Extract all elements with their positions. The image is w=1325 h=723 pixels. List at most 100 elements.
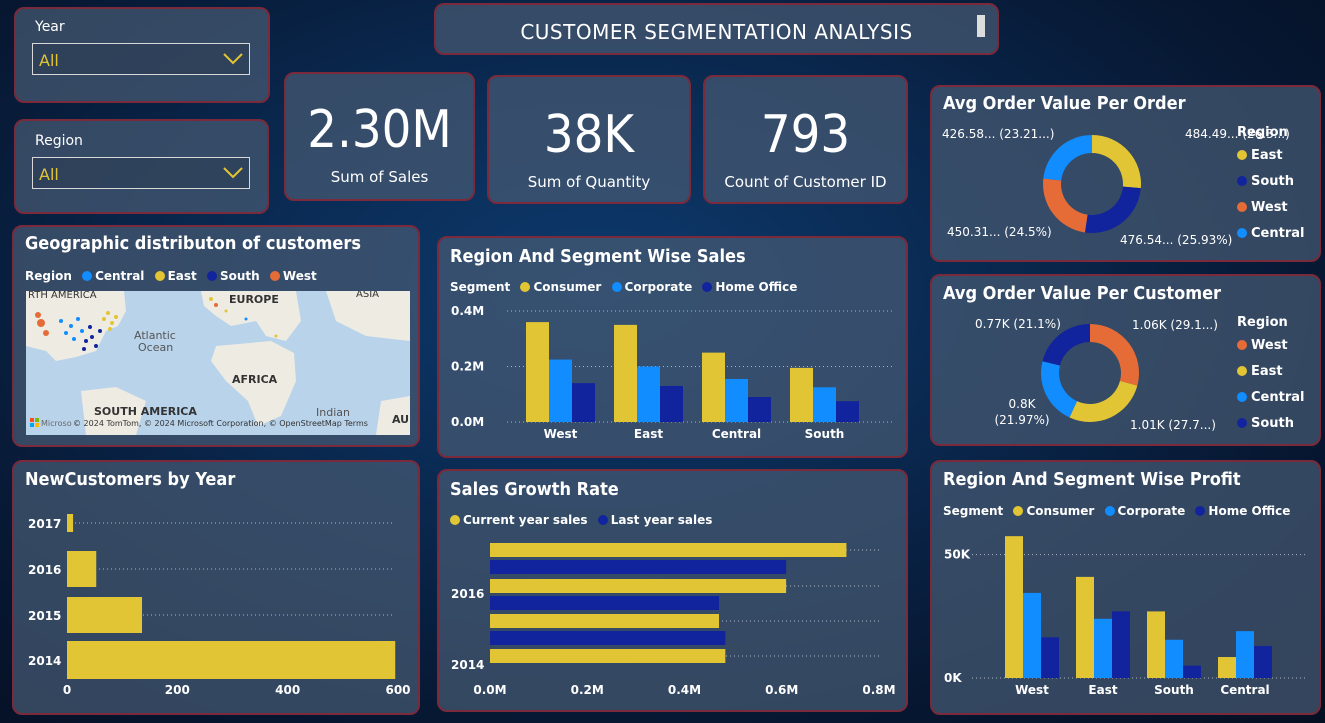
map-attribution[interactable]: © 2024 TomTom, © 2024 Microsoft Corporat… xyxy=(73,419,368,428)
bar xyxy=(1094,618,1112,678)
y-tick-label: 2014 xyxy=(451,658,484,672)
bar xyxy=(1236,631,1254,678)
legend-label: West xyxy=(1251,338,1288,353)
x-tick-label: Central xyxy=(1220,683,1269,697)
region-dropdown[interactable]: All xyxy=(32,157,250,189)
bar xyxy=(490,543,847,557)
data-label: 476.54... (25.93%) xyxy=(1120,233,1232,247)
scroll-indicator xyxy=(977,15,985,37)
sales-bar-chart[interactable]: 0.0M 0.2M 0.4M West East Central South xyxy=(439,238,910,460)
bar xyxy=(637,366,660,422)
donut-slice xyxy=(1043,135,1092,181)
data-label: 450.31... (24.5%) xyxy=(947,225,1052,239)
bar xyxy=(549,359,572,422)
legend-label: Central xyxy=(95,269,145,283)
x-tick-label: East xyxy=(634,427,663,441)
bar xyxy=(490,614,720,628)
map-card: Geographic distributon of customers Regi… xyxy=(12,225,420,447)
x-tick-label: 0.0M xyxy=(473,683,506,697)
year-dropdown-value: All xyxy=(39,51,59,70)
x-tick-label: 0.4M xyxy=(668,683,701,697)
donut-slice xyxy=(1084,186,1141,233)
chevron-down-icon xyxy=(223,167,243,179)
legend-dot xyxy=(1237,418,1247,428)
bar xyxy=(490,560,787,574)
bar xyxy=(67,641,396,679)
year-dropdown[interactable]: All xyxy=(32,43,250,75)
map-label: EUROPE xyxy=(229,293,279,306)
data-label: 1.06K (29.1...) xyxy=(1132,318,1218,332)
avg-order-donut-chart[interactable]: 484.49... (26.3...)476.54... (25.93%)450… xyxy=(932,87,1323,264)
donut-slice xyxy=(1069,380,1138,422)
legend-dot xyxy=(269,271,280,281)
bar xyxy=(1005,536,1023,678)
year-slicer: Year All xyxy=(14,7,270,103)
sales-growth-bar-chart[interactable]: 2016 2014 0.0M 0.2M 0.4M 0.6M 0.8M xyxy=(439,471,910,714)
legend-dot xyxy=(1237,228,1247,238)
bar xyxy=(1076,576,1094,678)
bar xyxy=(748,397,771,422)
legend-dot xyxy=(1237,202,1247,212)
bar xyxy=(67,597,143,633)
world-map[interactable]: RTH AMERICA EUROPE ASIA Atlantic Ocean A… xyxy=(26,291,410,435)
legend-dot xyxy=(82,271,93,281)
legend-label: East xyxy=(1251,148,1283,163)
x-tick-label: Central xyxy=(712,427,761,441)
kpi-value: 793 xyxy=(760,105,851,165)
legend-title: Region xyxy=(1237,315,1288,330)
map-ms-logo-text: Microso xyxy=(41,419,72,428)
x-tick-label: West xyxy=(544,427,578,441)
bar xyxy=(1218,657,1236,678)
bar xyxy=(725,378,748,422)
bar xyxy=(1147,611,1165,678)
bar xyxy=(1023,592,1041,678)
legend-label: Central xyxy=(1251,390,1304,405)
bar xyxy=(813,387,836,422)
x-tick-label: 600 xyxy=(385,683,410,697)
y-tick-label: 2014 xyxy=(28,654,61,668)
bar xyxy=(526,322,549,422)
bar xyxy=(490,596,720,610)
data-label: 426.58... (23.21...) xyxy=(942,127,1054,141)
map-label: AU xyxy=(392,413,409,426)
legend-dot xyxy=(1237,392,1247,402)
new-customers-bar-chart[interactable]: 2017 2016 2015 2014 0 200 400 600 xyxy=(14,462,422,717)
y-tick-label: 2015 xyxy=(28,609,61,623)
kpi-label: Sum of Quantity xyxy=(527,173,651,191)
bar xyxy=(1254,645,1272,678)
x-tick-label: South xyxy=(1154,683,1194,697)
kpi-card-sales: 2.30M Sum of Sales xyxy=(284,72,475,201)
data-label: 0.77K (21.1%) xyxy=(975,317,1061,331)
bar xyxy=(572,383,595,422)
donut-slice xyxy=(1041,361,1078,418)
avg-order-card: Avg Order Value Per Order 484.49... (26.… xyxy=(930,85,1321,262)
kpi-label: Sum of Sales xyxy=(330,168,429,186)
x-tick-label: West xyxy=(1015,683,1049,697)
profit-chart-card: Region And Segment Wise Profit Segment C… xyxy=(930,460,1321,715)
map-label: RTH AMERICA xyxy=(28,291,97,301)
profit-bar-chart[interactable]: 0K 50K West East South Central xyxy=(932,462,1323,717)
avg-customer-card: Avg Order Value Per Customer 1.06K (29.1… xyxy=(930,274,1321,446)
legend-label: South xyxy=(219,269,260,283)
kpi-value: 2.30M xyxy=(307,100,452,160)
bar xyxy=(1112,611,1130,678)
map-legend: Region Central East South West xyxy=(25,269,317,283)
x-tick-label: 0.6M xyxy=(765,683,798,697)
data-label: 1.01K (27.7...) xyxy=(1130,418,1216,432)
legend-dot xyxy=(1237,340,1247,350)
legend-label: Central xyxy=(1251,226,1304,241)
bar xyxy=(702,352,725,422)
map-label: Ocean xyxy=(138,341,173,354)
year-slicer-label: Year xyxy=(35,19,65,35)
sales-chart-card: Region And Segment Wise Sales Segment Co… xyxy=(437,236,908,458)
avg-customer-donut-chart[interactable]: 1.06K (29.1...) 1.01K (27.7...) 0.8K (21.97… xyxy=(932,276,1323,448)
legend-label: West xyxy=(1251,200,1288,215)
chevron-down-icon xyxy=(223,53,243,65)
x-tick-label: South xyxy=(805,427,845,441)
legend-dot xyxy=(1237,176,1247,186)
donut-slice xyxy=(1092,135,1141,189)
legend-label: East xyxy=(1251,364,1283,379)
legend-dot xyxy=(1237,366,1247,376)
donut-slice xyxy=(1090,324,1139,386)
legend-dot xyxy=(154,271,165,281)
